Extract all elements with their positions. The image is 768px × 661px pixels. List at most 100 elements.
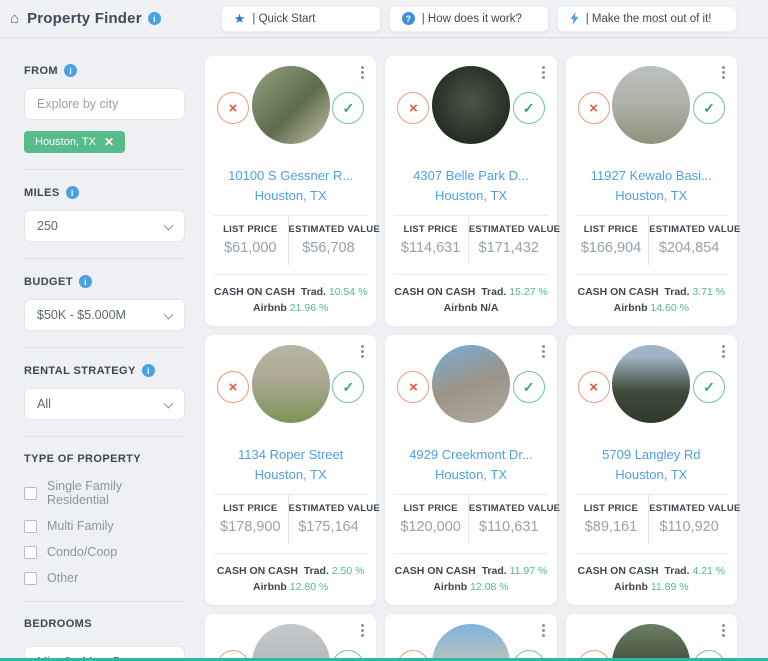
property-photo[interactable] <box>432 345 510 423</box>
price-table: LIST PRICE $166,904 ESTIMATED VALUE $204… <box>574 216 729 265</box>
property-photo[interactable] <box>432 66 510 144</box>
list-price-header: LIST PRICE <box>213 224 288 235</box>
property-city-link[interactable]: Houston, TX <box>574 465 729 485</box>
property-city-link[interactable]: Houston, TX <box>393 186 548 206</box>
bolt-icon <box>570 12 579 25</box>
photo-row: × ✓ <box>574 345 729 437</box>
how-does-it-work-button[interactable]: ? | How does it work? <box>389 6 549 32</box>
checkbox-other[interactable]: Other <box>24 571 185 585</box>
miles-select[interactable]: 250 <box>24 210 185 242</box>
photo-row: × ✓ <box>213 66 368 158</box>
star-icon: ★ <box>234 11 246 27</box>
trad-label: Trad. <box>664 286 689 298</box>
budget-select[interactable]: $50K - $5.000M <box>24 299 185 331</box>
property-address-link[interactable]: 11927 Kewalo Basi... <box>574 166 729 186</box>
chevron-down-icon <box>164 310 174 320</box>
property-card: × ✓ 4307 Belle Park D... Houston, TX LIS… <box>385 56 556 326</box>
city-tag-houston[interactable]: Houston, TX ✕ <box>24 131 125 153</box>
quick-start-button[interactable]: ★ | Quick Start <box>221 6 381 32</box>
photo-row: × ✓ <box>393 624 548 661</box>
property-photo[interactable] <box>612 624 690 661</box>
reject-property-button[interactable]: × <box>397 92 429 124</box>
property-card: × ✓ 4929 Creekmont Dr... Houston, TX LIS… <box>385 335 556 605</box>
property-card: × ✓ 10100 S Gessner R... Houston, TX LIS… <box>205 56 376 326</box>
airbnb-value: 11.89 % <box>651 581 689 593</box>
estimated-value-value: $56,708 <box>289 240 369 256</box>
property-address-link[interactable]: 1134 Roper Street <box>213 445 368 465</box>
trad-value: 2.50 % <box>332 565 365 577</box>
reject-property-button[interactable]: × <box>578 371 610 403</box>
property-photo[interactable] <box>432 624 510 661</box>
bedrooms-label: BEDROOMS <box>24 618 92 630</box>
airbnb-value: 21.96 % <box>290 302 329 314</box>
checkbox-single-family[interactable]: Single Family Residential <box>24 479 185 507</box>
airbnb-value: 12.80 % <box>290 581 329 593</box>
checkbox-icon[interactable] <box>24 487 37 500</box>
property-city-link[interactable]: Houston, TX <box>393 465 548 485</box>
price-table: LIST PRICE $120,000 ESTIMATED VALUE $110… <box>393 495 548 544</box>
checkbox-icon[interactable] <box>24 520 37 533</box>
home-icon[interactable]: ⌂ <box>10 10 19 27</box>
property-address-link[interactable]: 5709 Langley Rd <box>574 445 729 465</box>
airbnb-label: Airbnb <box>253 302 287 314</box>
rental-strategy-label: RENTAL STRATEGY <box>24 365 136 377</box>
trad-value: 10.54 % <box>329 286 368 298</box>
photo-row: × ✓ <box>213 624 368 661</box>
budget-info-icon[interactable]: i <box>79 275 92 288</box>
property-address-link[interactable]: 4307 Belle Park D... <box>393 166 548 186</box>
from-info-icon[interactable]: i <box>64 64 77 77</box>
checkbox-multi-family[interactable]: Multi Family <box>24 519 185 533</box>
accept-property-button[interactable]: ✓ <box>693 92 725 124</box>
city-search-input[interactable] <box>37 97 172 111</box>
miles-info-icon[interactable]: i <box>66 186 79 199</box>
trad-value: 15.27 % <box>509 286 548 298</box>
property-city-link[interactable]: Houston, TX <box>213 465 368 485</box>
filter-from: FROM i Houston, TX ✕ <box>24 64 185 153</box>
page-title: Property Finder <box>27 10 142 27</box>
miles-label: MILES <box>24 187 60 199</box>
cash-on-cash-section: CASH ON CASH Trad. 10.54 % Airbnb 21.96 … <box>213 275 368 316</box>
reject-property-button[interactable]: × <box>217 92 249 124</box>
property-city-link[interactable]: Houston, TX <box>574 186 729 206</box>
reject-property-button[interactable]: × <box>217 371 249 403</box>
property-photo[interactable] <box>612 345 690 423</box>
cash-on-cash-label: CASH ON CASH <box>395 565 476 577</box>
property-photo[interactable] <box>252 624 330 661</box>
cash-on-cash-label: CASH ON CASH <box>394 286 475 298</box>
property-card: × ✓ 1134 Roper Street Houston, TX LIST P… <box>205 335 376 605</box>
checkbox-icon[interactable] <box>24 572 37 585</box>
estimated-value-value: $110,631 <box>469 519 549 535</box>
estimated-value-value: $171,432 <box>469 240 549 256</box>
accept-property-button[interactable]: ✓ <box>693 371 725 403</box>
property-address-link[interactable]: 10100 S Gessner R... <box>213 166 368 186</box>
property-address-link[interactable]: 4929 Creekmont Dr... <box>393 445 548 465</box>
rental-strategy-select[interactable]: All <box>24 388 185 420</box>
estimated-value-header: ESTIMATED VALUE <box>649 224 729 235</box>
accept-property-button[interactable]: ✓ <box>513 371 545 403</box>
property-photo[interactable] <box>252 345 330 423</box>
property-card: × ✓ 6914 Soledad Driv... Houston, TX LIS… <box>385 614 556 661</box>
trad-label: Trad. <box>482 565 507 577</box>
from-label: FROM <box>24 65 58 77</box>
list-price-header: LIST PRICE <box>393 503 468 514</box>
divider <box>24 436 185 437</box>
checkbox-icon[interactable] <box>24 546 37 559</box>
trad-value: 11.97 % <box>510 565 548 577</box>
tag-remove-icon[interactable]: ✕ <box>104 135 114 149</box>
accept-property-button[interactable]: ✓ <box>332 92 364 124</box>
rental-strategy-info-icon[interactable]: i <box>142 364 155 377</box>
price-table: LIST PRICE $178,900 ESTIMATED VALUE $175… <box>213 495 368 544</box>
property-photo[interactable] <box>252 66 330 144</box>
price-table: LIST PRICE $114,631 ESTIMATED VALUE $171… <box>393 216 548 265</box>
accept-property-button[interactable]: ✓ <box>513 92 545 124</box>
reject-property-button[interactable]: × <box>397 371 429 403</box>
property-city-link[interactable]: Houston, TX <box>213 186 368 206</box>
list-price-value: $89,161 <box>574 519 649 535</box>
accept-property-button[interactable]: ✓ <box>332 371 364 403</box>
make-the-most-button[interactable]: | Make the most out of it! <box>557 6 737 32</box>
checkbox-condo-coop[interactable]: Condo/Coop <box>24 545 185 559</box>
reject-property-button[interactable]: × <box>578 92 610 124</box>
title-info-icon[interactable]: i <box>148 12 161 25</box>
property-photo[interactable] <box>612 66 690 144</box>
estimated-value-header: ESTIMATED VALUE <box>469 224 549 235</box>
